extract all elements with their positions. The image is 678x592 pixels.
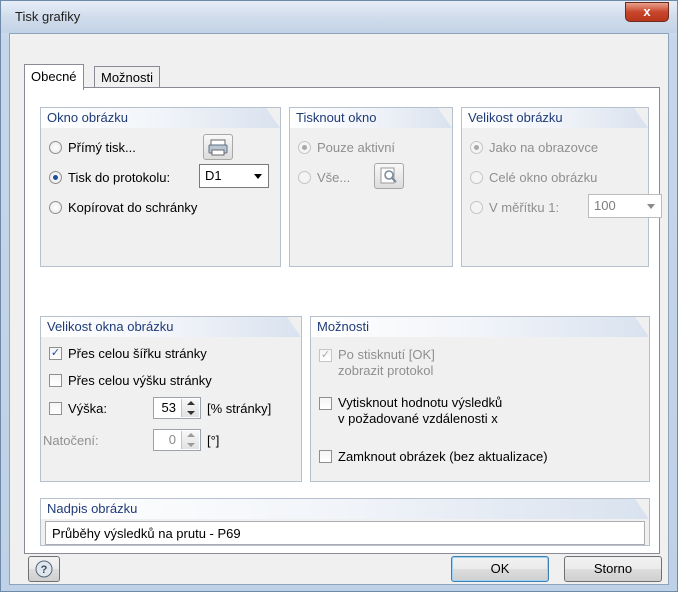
- print-values-line1: Vytisknout hodnotu výsledků: [338, 395, 503, 410]
- checkbox-show-report-label: Po stisknutí [OK] zobrazit protokol: [338, 347, 435, 379]
- help-button[interactable]: ?: [28, 556, 60, 582]
- radio-direct-print-label: Přímý tisk...: [68, 140, 136, 155]
- radio-scale-label: V měřítku 1:: [489, 200, 560, 215]
- group-image-size: Velikost obrázku Jako na obrazovce Celé …: [461, 107, 662, 267]
- rotation-unit: [°]: [207, 433, 220, 448]
- group-caption-title: Nadpis obrázku: [47, 501, 138, 516]
- checkbox-lock-image-box[interactable]: [319, 450, 332, 463]
- dialog-client-area: Obecné Možnosti Okno obrázku Přímý tisk.…: [9, 33, 669, 585]
- chevron-down-icon: [254, 174, 262, 179]
- tab-general-label: Obecné: [31, 69, 77, 84]
- radio-direct-print-circle[interactable]: [49, 141, 62, 154]
- scale-select[interactable]: 100: [588, 194, 662, 218]
- ok-button[interactable]: OK: [451, 556, 549, 582]
- group-options: Možnosti ✓ Po stisknutí [OK] zobrazit pr…: [310, 316, 650, 482]
- group-print-window: Tisknout okno Pouze aktivní Vše...: [289, 107, 453, 267]
- group-print-window-title: Tisknout okno: [296, 110, 377, 125]
- checkbox-show-report-box[interactable]: ✓: [319, 349, 332, 362]
- radio-only-active-label: Pouze aktivní: [317, 140, 396, 155]
- checkbox-full-height-box[interactable]: [49, 374, 62, 387]
- group-caption: Nadpis obrázku Průběhy výsledků na prutu…: [40, 498, 650, 546]
- radio-only-active-circle[interactable]: [298, 141, 311, 154]
- group-options-title: Možnosti: [317, 319, 370, 334]
- radio-copy-clipboard-label: Kopírovat do schránky: [68, 200, 198, 215]
- print-values-line2: v požadované vzdálenosti x: [338, 411, 498, 426]
- radio-scale-circle[interactable]: [470, 201, 483, 214]
- radio-all[interactable]: Vše...: [298, 170, 350, 185]
- ok-button-label: OK: [490, 561, 510, 576]
- title-bar: Tisk grafiky x: [1, 1, 677, 33]
- checkbox-full-height[interactable]: Přes celou výšku stránky: [49, 373, 212, 388]
- checkbox-height-box[interactable]: [49, 402, 62, 415]
- radio-whole-window-circle[interactable]: [470, 171, 483, 184]
- printer-settings-button[interactable]: [203, 134, 233, 160]
- checkbox-full-width-box[interactable]: ✓: [49, 347, 62, 360]
- radio-copy-clipboard-circle[interactable]: [49, 201, 62, 214]
- checkbox-height-label: Výška:: [68, 401, 108, 416]
- group-image-window-title: Okno obrázku: [47, 110, 128, 125]
- radio-whole-window-label: Celé okno obrázku: [489, 170, 598, 185]
- rotation-label: Natočení:: [43, 433, 99, 448]
- magnifier-icon: [380, 167, 397, 184]
- group-image-window: Okno obrázku Přímý tisk... Tisk do proto…: [40, 107, 281, 267]
- height-spinner-value: 53: [161, 400, 176, 415]
- radio-print-to-report[interactable]: Tisk do protokolu:: [49, 170, 170, 185]
- checkbox-full-width[interactable]: ✓ Přes celou šířku stránky: [49, 346, 207, 361]
- radio-all-circle[interactable]: [298, 171, 311, 184]
- show-report-line1: Po stisknutí [OK]: [338, 347, 435, 362]
- tab-options[interactable]: Možnosti: [94, 66, 161, 88]
- tab-options-label: Možnosti: [101, 70, 154, 85]
- report-select-value: D1: [205, 168, 222, 183]
- svg-text:?: ?: [41, 564, 48, 576]
- radio-only-active[interactable]: Pouze aktivní: [298, 140, 395, 155]
- radio-direct-print[interactable]: Přímý tisk...: [49, 140, 136, 155]
- radio-as-screen-label: Jako na obrazovce: [489, 140, 599, 155]
- spinner-arrows-icon[interactable]: [181, 399, 199, 417]
- radio-whole-window[interactable]: Celé okno obrázku: [470, 170, 597, 185]
- checkbox-print-values-box[interactable]: [319, 397, 332, 410]
- window-title: Tisk grafiky: [15, 9, 81, 24]
- checkbox-lock-image[interactable]: Zamknout obrázek (bez aktualizace): [319, 449, 548, 464]
- radio-as-screen-circle[interactable]: [470, 141, 483, 154]
- height-spinner[interactable]: 53: [153, 397, 201, 419]
- report-select[interactable]: D1: [199, 164, 269, 188]
- tab-panel-general: Okno obrázku Přímý tisk... Tisk do proto…: [24, 87, 662, 554]
- group-window-size: Velikost okna obrázku ✓ Přes celou šířku…: [40, 316, 302, 482]
- chevron-down-icon: [647, 204, 655, 209]
- rotation-spinner-value: 0: [168, 432, 176, 447]
- window-select-button[interactable]: [374, 163, 404, 189]
- scale-select-value: 100: [594, 198, 616, 213]
- group-window-size-title: Velikost okna obrázku: [47, 319, 174, 334]
- radio-print-to-report-circle[interactable]: [49, 171, 62, 184]
- help-icon: ?: [35, 560, 53, 578]
- radio-as-screen[interactable]: Jako na obrazovce: [470, 140, 598, 155]
- checkbox-print-values[interactable]: Vytisknout hodnotu výsledků v požadované…: [319, 395, 502, 427]
- checkbox-height[interactable]: Výška:: [49, 401, 107, 416]
- close-button[interactable]: x: [625, 2, 669, 22]
- checkbox-full-height-label: Přes celou výšku stránky: [68, 373, 212, 388]
- caption-input-value: Průběhy výsledků na prutu - P69: [52, 526, 241, 541]
- tab-general[interactable]: Obecné: [24, 64, 84, 90]
- radio-all-label: Vše...: [317, 170, 351, 185]
- spinner-arrows-icon[interactable]: [181, 431, 199, 449]
- caption-input[interactable]: Průběhy výsledků na prutu - P69: [45, 521, 645, 545]
- close-icon: x: [643, 4, 651, 19]
- checkbox-lock-image-label: Zamknout obrázek (bez aktualizace): [338, 449, 548, 464]
- checkbox-full-width-label: Přes celou šířku stránky: [68, 346, 207, 361]
- checkbox-print-values-label: Vytisknout hodnotu výsledků v požadované…: [338, 395, 502, 427]
- radio-print-to-report-label: Tisk do protokolu:: [68, 170, 171, 185]
- print-graphics-dialog: Tisk grafiky x Obecné Možnosti Okno obrá…: [0, 0, 678, 592]
- radio-copy-clipboard[interactable]: Kopírovat do schránky: [49, 200, 197, 215]
- group-image-size-title: Velikost obrázku: [468, 110, 563, 125]
- cancel-button-label: Storno: [593, 561, 633, 576]
- height-unit: [% stránky]: [207, 401, 272, 416]
- rotation-spinner[interactable]: 0: [153, 429, 201, 451]
- printer-icon: [208, 139, 228, 156]
- radio-scale[interactable]: V měřítku 1:: [470, 200, 559, 215]
- checkbox-show-report[interactable]: ✓ Po stisknutí [OK] zobrazit protokol: [319, 347, 435, 379]
- cancel-button[interactable]: Storno: [564, 556, 662, 582]
- show-report-line2: zobrazit protokol: [338, 363, 434, 378]
